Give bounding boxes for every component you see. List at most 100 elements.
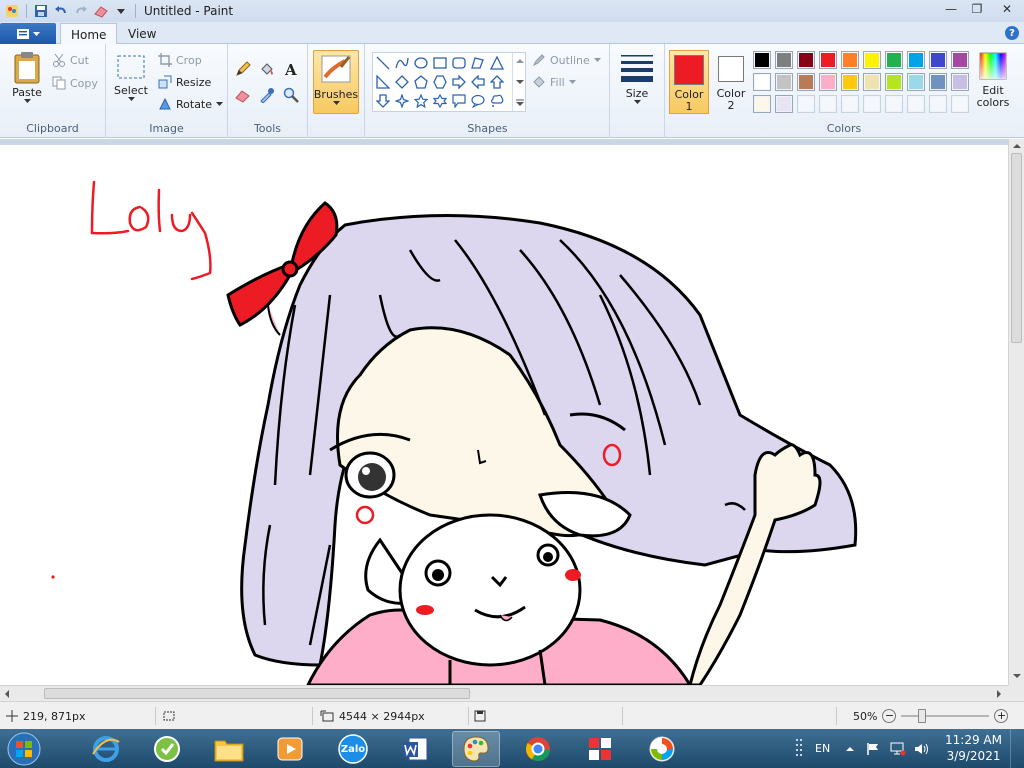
taskbar-internet-explorer[interactable]: [82, 731, 130, 767]
palette-swatch[interactable]: [775, 95, 793, 113]
line-shape-icon[interactable]: [374, 54, 392, 72]
palette-swatch[interactable]: [907, 73, 925, 91]
palette-swatch[interactable]: [951, 95, 969, 113]
taskbar-media-player[interactable]: [266, 731, 314, 767]
polygon-shape-icon[interactable]: [469, 54, 487, 72]
show-hidden-icons[interactable]: [846, 729, 854, 768]
oval-callout-shape-icon[interactable]: [469, 92, 487, 110]
six-point-star-shape-icon[interactable]: [431, 92, 449, 110]
palette-swatch[interactable]: [775, 73, 793, 91]
pencil-tool[interactable]: [233, 59, 253, 79]
fill-button[interactable]: Fill: [532, 75, 576, 89]
palette-swatch[interactable]: [797, 95, 815, 113]
palette-swatch[interactable]: [819, 95, 837, 113]
edit-colors-button[interactable]: Edit colors: [975, 52, 1011, 109]
rounded-rectangle-shape-icon[interactable]: [450, 54, 468, 72]
resize-button[interactable]: Resize: [158, 75, 211, 89]
scroll-right-icon[interactable]: [996, 690, 1002, 698]
tab-view[interactable]: View: [118, 23, 166, 45]
volume-control[interactable]: [914, 729, 930, 768]
palette-swatch[interactable]: [951, 73, 969, 91]
taskbar-file-explorer[interactable]: [205, 731, 253, 767]
brushes-button[interactable]: Brushes: [313, 50, 359, 114]
scroll-up-icon[interactable]: [1013, 143, 1021, 149]
taskbar-browser[interactable]: [638, 731, 686, 767]
zoom-out-button[interactable]: −: [882, 709, 897, 723]
palette-swatch[interactable]: [775, 51, 793, 69]
down-arrow-shape-icon[interactable]: [374, 92, 392, 110]
gallery-down-icon[interactable]: [516, 79, 524, 85]
right-triangle-shape-icon[interactable]: [374, 73, 392, 91]
palette-swatch[interactable]: [863, 95, 881, 113]
select-button[interactable]: Select: [112, 54, 150, 102]
diamond-shape-icon[interactable]: [393, 73, 411, 91]
zoom-slider-thumb[interactable]: [918, 709, 927, 723]
eraser-quick-icon[interactable]: [93, 3, 109, 19]
palette-swatch[interactable]: [841, 95, 859, 113]
palette-swatch[interactable]: [907, 95, 925, 113]
outline-button[interactable]: Outline: [532, 53, 601, 67]
four-point-star-shape-icon[interactable]: [393, 92, 411, 110]
color-picker-tool[interactable]: [257, 85, 277, 105]
palette-swatch[interactable]: [819, 51, 837, 69]
triangle-shape-icon[interactable]: [488, 54, 506, 72]
palette-swatch[interactable]: [885, 51, 903, 69]
up-arrow-shape-icon[interactable]: [488, 73, 506, 91]
undo-icon[interactable]: [53, 3, 69, 19]
palette-swatch[interactable]: [753, 73, 771, 91]
vertical-scrollbar[interactable]: [1008, 139, 1024, 685]
palette-swatch[interactable]: [929, 73, 947, 91]
oval-shape-icon[interactable]: [412, 54, 430, 72]
five-point-star-shape-icon[interactable]: [412, 92, 430, 110]
taskbar-green-app[interactable]: [143, 731, 191, 767]
palette-swatch[interactable]: [929, 95, 947, 113]
text-tool[interactable]: A: [281, 59, 301, 79]
clock[interactable]: 11:29 AM 3/9/2021: [945, 732, 1002, 764]
start-button[interactable]: [2, 731, 46, 767]
size-button[interactable]: Size: [618, 52, 656, 105]
cloud-callout-shape-icon[interactable]: [488, 92, 506, 110]
taskbar-word[interactable]: [391, 731, 439, 767]
curve-shape-icon[interactable]: [393, 54, 411, 72]
palette-swatch[interactable]: [907, 51, 925, 69]
show-desktop-button[interactable]: [1010, 729, 1024, 768]
taskbar-zalo[interactable]: Zalo: [329, 731, 377, 767]
palette-swatch[interactable]: [951, 51, 969, 69]
customize-dropdown-icon[interactable]: [113, 3, 129, 19]
palette-swatch[interactable]: [819, 73, 837, 91]
paint-app-icon[interactable]: [4, 3, 20, 19]
horizontal-scroll-thumb[interactable]: [44, 688, 470, 699]
file-menu-button[interactable]: [0, 23, 56, 44]
rectangle-shape-icon[interactable]: [431, 54, 449, 72]
horizontal-scrollbar[interactable]: [0, 685, 1008, 701]
right-arrow-shape-icon[interactable]: [450, 73, 468, 91]
taskbar-chrome[interactable]: [514, 731, 562, 767]
palette-swatch[interactable]: [929, 51, 947, 69]
help-icon[interactable]: ?: [1005, 26, 1019, 40]
drawing-canvas[interactable]: [0, 145, 1008, 685]
palette-swatch[interactable]: [885, 73, 903, 91]
eraser-tool[interactable]: [233, 85, 253, 105]
hexagon-shape-icon[interactable]: [431, 73, 449, 91]
tab-home[interactable]: Home: [60, 23, 118, 45]
crop-button[interactable]: Crop: [158, 53, 202, 67]
palette-swatch[interactable]: [841, 51, 859, 69]
palette-swatch[interactable]: [797, 73, 815, 91]
paste-button[interactable]: Paste: [8, 50, 46, 104]
palette-swatch[interactable]: [863, 73, 881, 91]
action-center[interactable]: [866, 729, 880, 768]
palette-swatch[interactable]: [753, 51, 771, 69]
scroll-left-icon[interactable]: [4, 690, 10, 698]
save-icon[interactable]: [33, 3, 49, 19]
rect-callout-shape-icon[interactable]: [450, 92, 468, 110]
color1-button[interactable]: Color 1: [669, 50, 709, 114]
gallery-expand-icon[interactable]: [516, 99, 524, 107]
palette-swatch[interactable]: [753, 95, 771, 113]
palette-swatch[interactable]: [885, 95, 903, 113]
close-button[interactable]: ✕: [990, 0, 1024, 18]
palette-swatch[interactable]: [797, 51, 815, 69]
pentagon-shape-icon[interactable]: [412, 73, 430, 91]
scroll-down-icon[interactable]: [1013, 673, 1021, 679]
language-indicator[interactable]: EN: [815, 729, 830, 768]
tray-handle[interactable]: [795, 729, 803, 768]
